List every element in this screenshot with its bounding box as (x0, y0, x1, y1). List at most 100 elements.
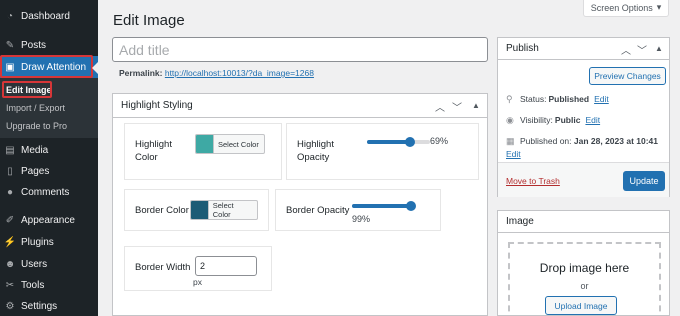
highlight-styling-header: Highlight Styling ︿ ﹀ ▲ (113, 94, 487, 118)
published-text: Published on: Jan 28, 2023 at 10:41 (520, 136, 658, 146)
published-edit-link[interactable]: Edit (506, 149, 521, 159)
sidebar-item-label: Settings (21, 300, 58, 312)
chevron-down-icon[interactable]: ﹀ (637, 42, 647, 57)
or-text: or (580, 281, 589, 291)
update-button[interactable]: Update (623, 171, 665, 191)
title-placeholder: Add title (119, 41, 170, 58)
sidebar-item-settings[interactable]: ⚙ Settings (0, 295, 98, 316)
status-value: Published (548, 94, 590, 104)
border-opacity-value: 99% (352, 214, 371, 224)
pin-icon: ⚲ (506, 94, 513, 104)
border-opacity-slider-fill (352, 204, 411, 208)
visibility-label: Visibility: (520, 115, 553, 125)
tools-icon: ✂ (5, 279, 15, 291)
users-icon: ☻ (4, 258, 16, 270)
image-box: Image Drop image here or Upload Image (497, 210, 670, 316)
sidebar-item-label: Posts (21, 39, 47, 51)
highlight-styling-box: Highlight Styling ︿ ﹀ ▲ Highlight Color … (112, 93, 488, 316)
chevron-up-icon[interactable]: ︿ (621, 42, 631, 57)
media-icon: ▤ (5, 144, 15, 156)
sidebar-item-label: Media (21, 144, 49, 156)
status-label: Status: (520, 94, 547, 104)
toggle-panel-icon[interactable]: ▲ (472, 101, 480, 110)
highlight-outline (2, 81, 52, 98)
highlight-styling-title: Highlight Styling (121, 100, 193, 111)
border-color-swatch (191, 201, 208, 219)
highlight-opacity-label: Highlight Opacity (297, 139, 334, 163)
admin-sidebar: ◔ Dashboard ✎ Posts ▣ Draw Attention Edi… (0, 0, 98, 316)
sidebar-item-dashboard[interactable]: ◔ Dashboard (0, 5, 98, 27)
visibility-row: ◉ Visibility: Public Edit (506, 115, 600, 126)
sidebar-item-label: Pages (21, 165, 50, 177)
border-width-unit: px (193, 277, 202, 287)
sidebar-item-label: Plugins (21, 236, 54, 248)
border-opacity-slider-handle[interactable] (406, 201, 416, 211)
highlight-opacity-slider-handle[interactable] (405, 137, 415, 147)
highlight-opacity-slider-fill (367, 140, 410, 144)
sidebar-item-media[interactable]: ▤ Media (0, 139, 98, 161)
highlight-opacity-value: 69% (430, 136, 449, 146)
screen-options-label: Screen Options (590, 2, 653, 13)
publish-title: Publish (506, 43, 539, 54)
sidebar-item-users[interactable]: ☻ Users (0, 253, 98, 275)
plugins-icon: ⚡ (3, 236, 17, 248)
published-label: Published on: (520, 136, 572, 146)
visibility-value: Public (554, 115, 581, 125)
published-value: Jan 28, 2023 at 10:41 (573, 136, 659, 146)
active-menu-arrow (92, 62, 98, 74)
highlight-color-picker[interactable]: Select Color (195, 134, 265, 154)
move-to-trash-link[interactable]: Move to Trash (506, 176, 560, 186)
pin-icon: ✎ (5, 39, 15, 51)
status-edit-link[interactable]: Edit (594, 94, 609, 104)
highlight-color-label: Highlight Color (135, 139, 172, 163)
sidebar-item-appearance[interactable]: ✐ Appearance (0, 209, 98, 231)
calendar-icon: ▦ (506, 136, 515, 146)
border-opacity-label: Border Opacity (286, 205, 350, 216)
image-drop-zone[interactable]: Drop image here or Upload Image (508, 242, 661, 316)
preview-changes-button[interactable]: Preview Changes (589, 67, 666, 85)
settings-icon: ⚙ (5, 300, 15, 312)
border-width-card: Border Width 2 px (124, 246, 272, 291)
page-title: Edit Image (113, 12, 185, 29)
sidebar-item-label: Comments (21, 186, 70, 198)
submenu-item-import-export[interactable]: Import / Export (6, 103, 65, 113)
toggle-panel-icon[interactable]: ▲ (655, 44, 663, 53)
visibility-edit-link[interactable]: Edit (585, 115, 600, 125)
publish-box: Publish ︿ ﹀ ▲ Preview Changes ⚲ Status: … (497, 37, 670, 197)
sidebar-item-label: Users (21, 258, 48, 270)
chevron-up-icon[interactable]: ︿ (435, 99, 445, 114)
image-header: Image (498, 211, 669, 233)
upload-image-button[interactable]: Upload Image (545, 296, 617, 315)
highlight-outline (0, 55, 93, 78)
sidebar-item-comments[interactable]: ● Comments (0, 181, 98, 203)
appearance-icon: ✐ (5, 214, 15, 226)
border-width-value: 2 (200, 261, 206, 271)
sidebar-item-label: Tools (21, 279, 45, 291)
image-title: Image (506, 216, 534, 227)
permalink: Permalink: http://localhost:10013/?da_im… (119, 68, 314, 78)
highlight-color-card: Highlight Color Select Color (124, 123, 282, 180)
submenu-item-upgrade[interactable]: Upgrade to Pro (6, 121, 67, 131)
border-opacity-card: Border Opacity 99% (275, 189, 441, 231)
screen-options-button[interactable]: Screen Options ▾ (583, 0, 669, 17)
select-color-label: Select Color (213, 135, 263, 153)
dashboard-icon: ◔ (6, 10, 14, 22)
border-width-input[interactable]: 2 (195, 256, 257, 276)
title-input[interactable]: Add title (112, 37, 488, 62)
permalink-link[interactable]: http://localhost:10013/?da_image=1268 (165, 68, 314, 78)
highlight-color-swatch (196, 135, 213, 153)
comments-icon: ● (6, 186, 14, 198)
publish-actions: Move to Trash Update (498, 162, 669, 197)
border-width-label: Border Width (135, 262, 191, 273)
chevron-down-icon: ▾ (656, 2, 662, 12)
select-color-label: Select Color (207, 201, 257, 219)
publish-header: Publish ︿ ﹀ ▲ (498, 38, 669, 60)
sidebar-item-label: Appearance (21, 214, 75, 226)
border-color-card: Border Color Select Color (124, 189, 269, 231)
sidebar-item-pages[interactable]: ▯ Pages (0, 160, 98, 182)
sidebar-item-plugins[interactable]: ⚡ Plugins (0, 231, 98, 253)
sidebar-item-posts[interactable]: ✎ Posts (0, 34, 98, 56)
sidebar-item-tools[interactable]: ✂ Tools (0, 274, 98, 296)
border-color-picker[interactable]: Select Color (190, 200, 258, 220)
chevron-down-icon[interactable]: ﹀ (452, 99, 462, 114)
